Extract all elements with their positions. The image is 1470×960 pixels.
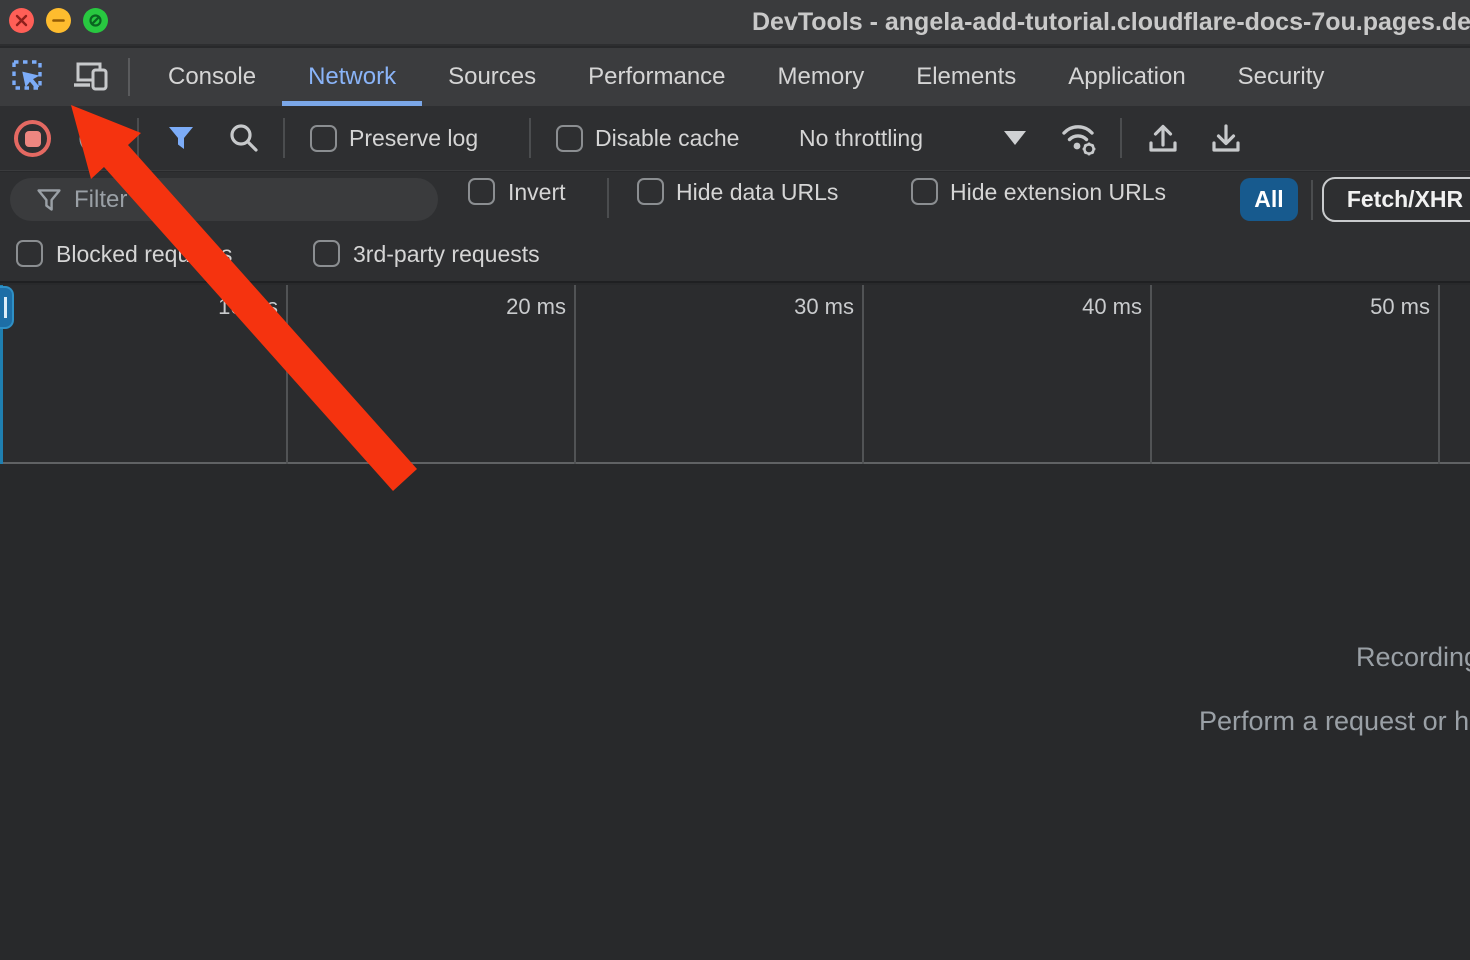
third-party-requests-checkbox[interactable] <box>313 240 340 267</box>
timeline-gridline <box>574 285 576 464</box>
timeline-window-grip[interactable] <box>0 286 14 329</box>
tab-application[interactable]: Application <box>1042 48 1211 106</box>
minimize-window-icon[interactable] <box>46 8 71 33</box>
blocked-requests-checkbox[interactable] <box>16 240 43 267</box>
throttling-select[interactable]: No throttling <box>799 125 923 152</box>
preserve-log-checkbox[interactable] <box>310 125 337 152</box>
network-conditions-icon <box>1060 120 1100 158</box>
panel-tabs: Console Network Sources Performance Memo… <box>142 48 1350 106</box>
tab-console[interactable]: Console <box>142 48 282 106</box>
filter-input[interactable]: Filter <box>10 178 438 221</box>
filter-type-fetch-xhr-button[interactable]: Fetch/XHR <box>1322 177 1470 222</box>
disable-cache-label: Disable cache <box>595 125 739 152</box>
hide-extension-urls-label: Hide extension URLs <box>950 179 1166 206</box>
tabbar-divider <box>128 58 130 96</box>
inspect-element-button[interactable] <box>6 48 52 106</box>
tab-security[interactable]: Security <box>1212 48 1351 106</box>
invert-label: Invert <box>508 179 566 206</box>
import-har-icon <box>1146 121 1180 155</box>
clear-network-log-button[interactable] <box>78 124 108 159</box>
timeline-gridline <box>286 285 288 464</box>
filter-input-funnel-icon <box>36 187 62 213</box>
timeline-gridline <box>1150 285 1152 464</box>
hide-data-urls-checkbox[interactable] <box>637 178 664 205</box>
window-title: DevTools - angela-add-tutorial.cloudflar… <box>752 8 1470 37</box>
invert-checkbox[interactable] <box>468 178 495 205</box>
hide-data-urls-label: Hide data URLs <box>676 179 838 206</box>
tab-elements[interactable]: Elements <box>890 48 1042 106</box>
filter-row-divider <box>607 178 609 218</box>
toggle-device-toolbar-button[interactable] <box>68 48 114 106</box>
toolbar-divider <box>283 118 285 158</box>
toolbar-divider <box>529 118 531 158</box>
tab-network[interactable]: Network <box>282 48 422 106</box>
devtools-tabbar: Console Network Sources Performance Memo… <box>0 48 1470 106</box>
empty-state-instruction-text: Perform a request or hit ⌘R to record th… <box>1199 706 1470 737</box>
filter-row-divider <box>1311 180 1313 220</box>
hide-extension-urls-checkbox[interactable] <box>911 178 938 205</box>
tab-sources[interactable]: Sources <box>422 48 562 106</box>
timeline-tick-50ms: 50 ms <box>1340 294 1430 320</box>
device-toolbar-icon <box>73 60 109 94</box>
export-har-button[interactable] <box>1209 121 1243 160</box>
filter-toggle-button[interactable] <box>166 123 196 158</box>
record-stop-icon <box>25 131 41 147</box>
filter-type-all-button[interactable]: All <box>1240 178 1298 221</box>
disable-cache-checkbox[interactable] <box>556 125 583 152</box>
gear-icon <box>1083 143 1096 156</box>
export-har-icon <box>1209 121 1243 155</box>
network-conditions-button[interactable] <box>1060 120 1100 163</box>
zoom-window-icon[interactable] <box>83 8 108 33</box>
search-button[interactable] <box>228 122 260 159</box>
timeline-tick-20ms: 20 ms <box>476 294 566 320</box>
blocked-requests-label: Blocked requests <box>56 241 232 268</box>
record-network-log-button[interactable] <box>14 120 51 157</box>
toolbar-divider <box>1120 118 1122 158</box>
third-party-requests-label: 3rd-party requests <box>353 241 540 268</box>
timeline-gridline <box>862 285 864 464</box>
timeline-gridline <box>1438 285 1440 464</box>
clear-icon <box>78 124 108 154</box>
tab-performance[interactable]: Performance <box>562 48 751 106</box>
import-har-button[interactable] <box>1146 121 1180 160</box>
preserve-log-label: Preserve log <box>349 125 478 152</box>
window-titlebar: DevTools - angela-add-tutorial.cloudflar… <box>0 0 1470 46</box>
empty-state-recording-text: Recording network activity… <box>1356 642 1470 673</box>
timeline-tick-40ms: 40 ms <box>1052 294 1142 320</box>
timeline-tick-10ms: 10 ms <box>188 294 278 320</box>
close-window-icon[interactable] <box>9 8 34 33</box>
timeline-tick-30ms: 30 ms <box>764 294 854 320</box>
filter-input-placeholder: Filter <box>74 186 127 214</box>
inspect-icon <box>10 58 48 96</box>
toolbar-divider <box>137 118 139 158</box>
tab-memory[interactable]: Memory <box>752 48 891 106</box>
throttling-dropdown-arrow-icon[interactable] <box>1004 131 1026 145</box>
search-icon <box>228 122 260 154</box>
filter-funnel-icon <box>166 123 196 153</box>
